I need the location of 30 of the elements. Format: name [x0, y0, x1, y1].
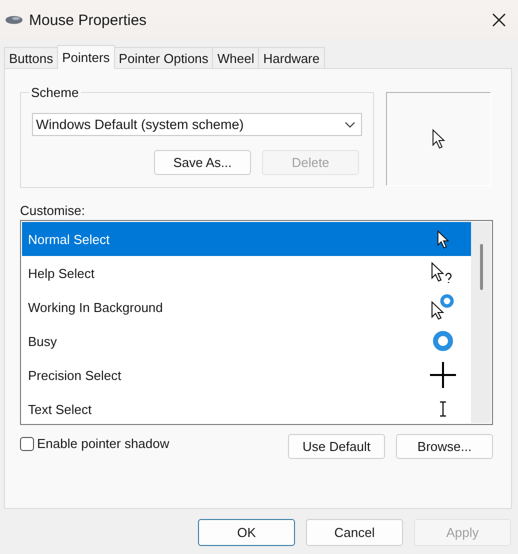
- scheme-button[interactable]: Save As...: [154, 150, 251, 175]
- cursor-list-item[interactable]: Help Select: [22, 256, 471, 290]
- cursor-list-item[interactable]: Text Select: [22, 392, 471, 426]
- cursor-list-item[interactable]: Working In Background: [22, 290, 471, 324]
- scrollbar[interactable]: [471, 222, 491, 423]
- dialog-button[interactable]: OK: [198, 519, 295, 546]
- cursor-list-item[interactable]: Normal Select: [22, 222, 471, 256]
- scheme-dropdown[interactable]: Windows Default (system scheme): [32, 113, 362, 136]
- cursor-list-item[interactable]: Precision Select: [22, 358, 471, 392]
- tab[interactable]: Pointers: [57, 45, 115, 69]
- pointer-icon: [432, 129, 446, 149]
- close-icon[interactable]: [492, 13, 506, 27]
- list-button[interactable]: Use Default: [288, 434, 385, 459]
- spinner-icon: [432, 330, 454, 352]
- window-title: Mouse Properties: [29, 12, 148, 28]
- list-button[interactable]: Browse...: [396, 434, 493, 459]
- tab[interactable]: Buttons: [4, 47, 58, 68]
- pointer-shadow-checkbox[interactable]: Enable pointer shadow: [20, 436, 170, 451]
- pointer-icon: [436, 230, 450, 248]
- group-label: Scheme: [29, 85, 81, 100]
- customise-label: Customise:: [20, 203, 86, 220]
- tab[interactable]: Hardware: [258, 47, 325, 68]
- mouse-icon: [5, 15, 23, 25]
- text-cursor-icon: [439, 401, 447, 417]
- chevron-down-icon: [345, 122, 355, 128]
- tab[interactable]: Pointer Options: [114, 47, 214, 68]
- crosshair-icon: [430, 362, 456, 388]
- busy-pointer-icon: [431, 294, 455, 320]
- cursor-list-item[interactable]: Busy: [22, 324, 471, 358]
- dialog-button[interactable]: Cancel: [306, 519, 403, 546]
